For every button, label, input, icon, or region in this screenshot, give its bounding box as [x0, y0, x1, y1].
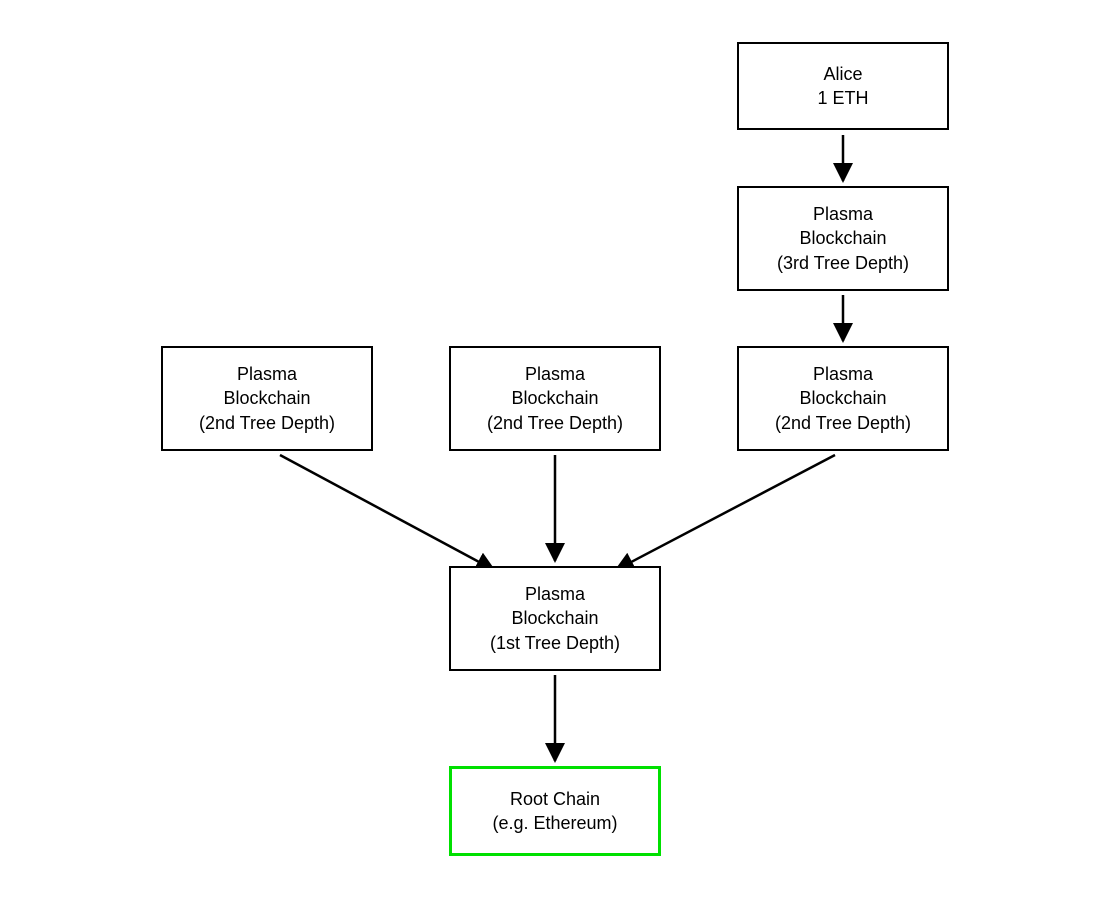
node-plasma-2nd-c: Plasma Blockchain (2nd Tree Depth) [737, 346, 949, 451]
node-plasma-3rd-line1: Plasma [813, 202, 873, 226]
node-plasma-1st-line1: Plasma [525, 582, 585, 606]
node-plasma-1st-line2: Blockchain [511, 606, 598, 630]
node-root-line2: (e.g. Ethereum) [492, 811, 617, 835]
node-plasma-1st: Plasma Blockchain (1st Tree Depth) [449, 566, 661, 671]
node-root-line1: Root Chain [510, 787, 600, 811]
node-plasma-2nd-c-line3: (2nd Tree Depth) [775, 411, 911, 435]
node-plasma-2nd-a: Plasma Blockchain (2nd Tree Depth) [161, 346, 373, 451]
node-plasma-2nd-b-line1: Plasma [525, 362, 585, 386]
node-plasma-3rd-line3: (3rd Tree Depth) [777, 251, 909, 275]
node-alice-line1: Alice [823, 62, 862, 86]
node-plasma-2nd-b-line2: Blockchain [511, 386, 598, 410]
node-plasma-3rd: Plasma Blockchain (3rd Tree Depth) [737, 186, 949, 291]
node-plasma-1st-line3: (1st Tree Depth) [490, 631, 620, 655]
node-alice-line2: 1 ETH [817, 86, 868, 110]
node-plasma-2nd-c-line2: Blockchain [799, 386, 886, 410]
diagram-canvas: Alice 1 ETH Plasma Blockchain (3rd Tree … [0, 0, 1094, 898]
node-root-chain: Root Chain (e.g. Ethereum) [449, 766, 661, 856]
node-plasma-3rd-line2: Blockchain [799, 226, 886, 250]
node-plasma-2nd-b: Plasma Blockchain (2nd Tree Depth) [449, 346, 661, 451]
node-alice: Alice 1 ETH [737, 42, 949, 130]
node-plasma-2nd-a-line3: (2nd Tree Depth) [199, 411, 335, 435]
node-plasma-2nd-a-line2: Blockchain [223, 386, 310, 410]
node-plasma-2nd-c-line1: Plasma [813, 362, 873, 386]
node-plasma-2nd-b-line3: (2nd Tree Depth) [487, 411, 623, 435]
node-plasma-2nd-a-line1: Plasma [237, 362, 297, 386]
